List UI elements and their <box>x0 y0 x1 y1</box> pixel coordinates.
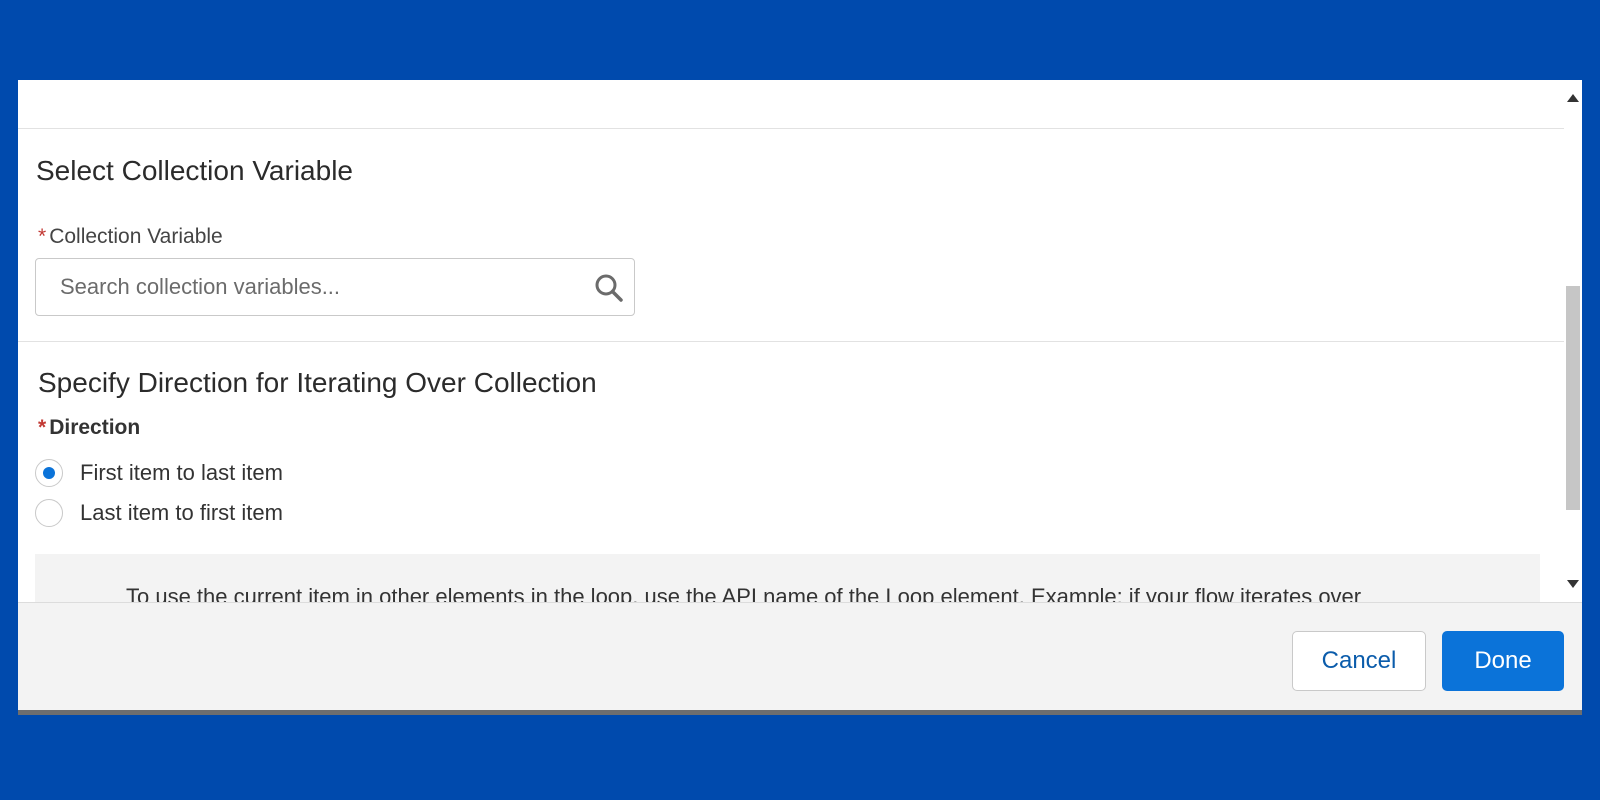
divider <box>18 341 1564 342</box>
vertical-scrollbar[interactable] <box>1564 80 1582 602</box>
direction-label-text: Direction <box>49 416 141 439</box>
collection-variable-search-input[interactable] <box>36 259 576 315</box>
done-button[interactable]: Done <box>1442 631 1564 691</box>
collection-variable-label: * Collection Variable <box>38 225 223 249</box>
cancel-button[interactable]: Cancel <box>1292 631 1426 691</box>
scroll-up-arrow-icon[interactable] <box>1567 94 1579 102</box>
loop-element-modal: Select Collection Variable * Collection V… <box>18 80 1582 714</box>
modal-bottom-edge <box>18 710 1582 715</box>
scroll-down-arrow-icon[interactable] <box>1567 580 1579 588</box>
search-icon <box>595 274 623 302</box>
direction-label: * Direction <box>38 416 140 440</box>
info-text: To use the current item in other element… <box>126 584 1362 602</box>
radio-last-to-first[interactable]: Last item to first item <box>35 499 283 527</box>
modal-body[interactable]: Select Collection Variable * Collection V… <box>18 80 1564 602</box>
collection-variable-label-text: Collection Variable <box>49 225 223 248</box>
scrollbar-thumb[interactable] <box>1566 286 1580 510</box>
required-marker: * <box>38 225 47 248</box>
required-marker: * <box>38 416 47 439</box>
radio-button-checked[interactable] <box>35 459 63 487</box>
divider <box>18 128 1564 129</box>
modal-footer: Cancel Done <box>18 602 1582 714</box>
collection-variable-combobox[interactable] <box>35 258 635 316</box>
radio-label: Last item to first item <box>80 500 283 525</box>
radio-label: First item to last item <box>80 460 283 485</box>
collection-section-title: Select Collection Variable <box>36 155 353 186</box>
radio-button[interactable] <box>35 499 63 527</box>
radio-first-to-last[interactable]: First item to last item <box>35 459 283 487</box>
direction-section-title: Specify Direction for Iterating Over Col… <box>38 367 597 398</box>
